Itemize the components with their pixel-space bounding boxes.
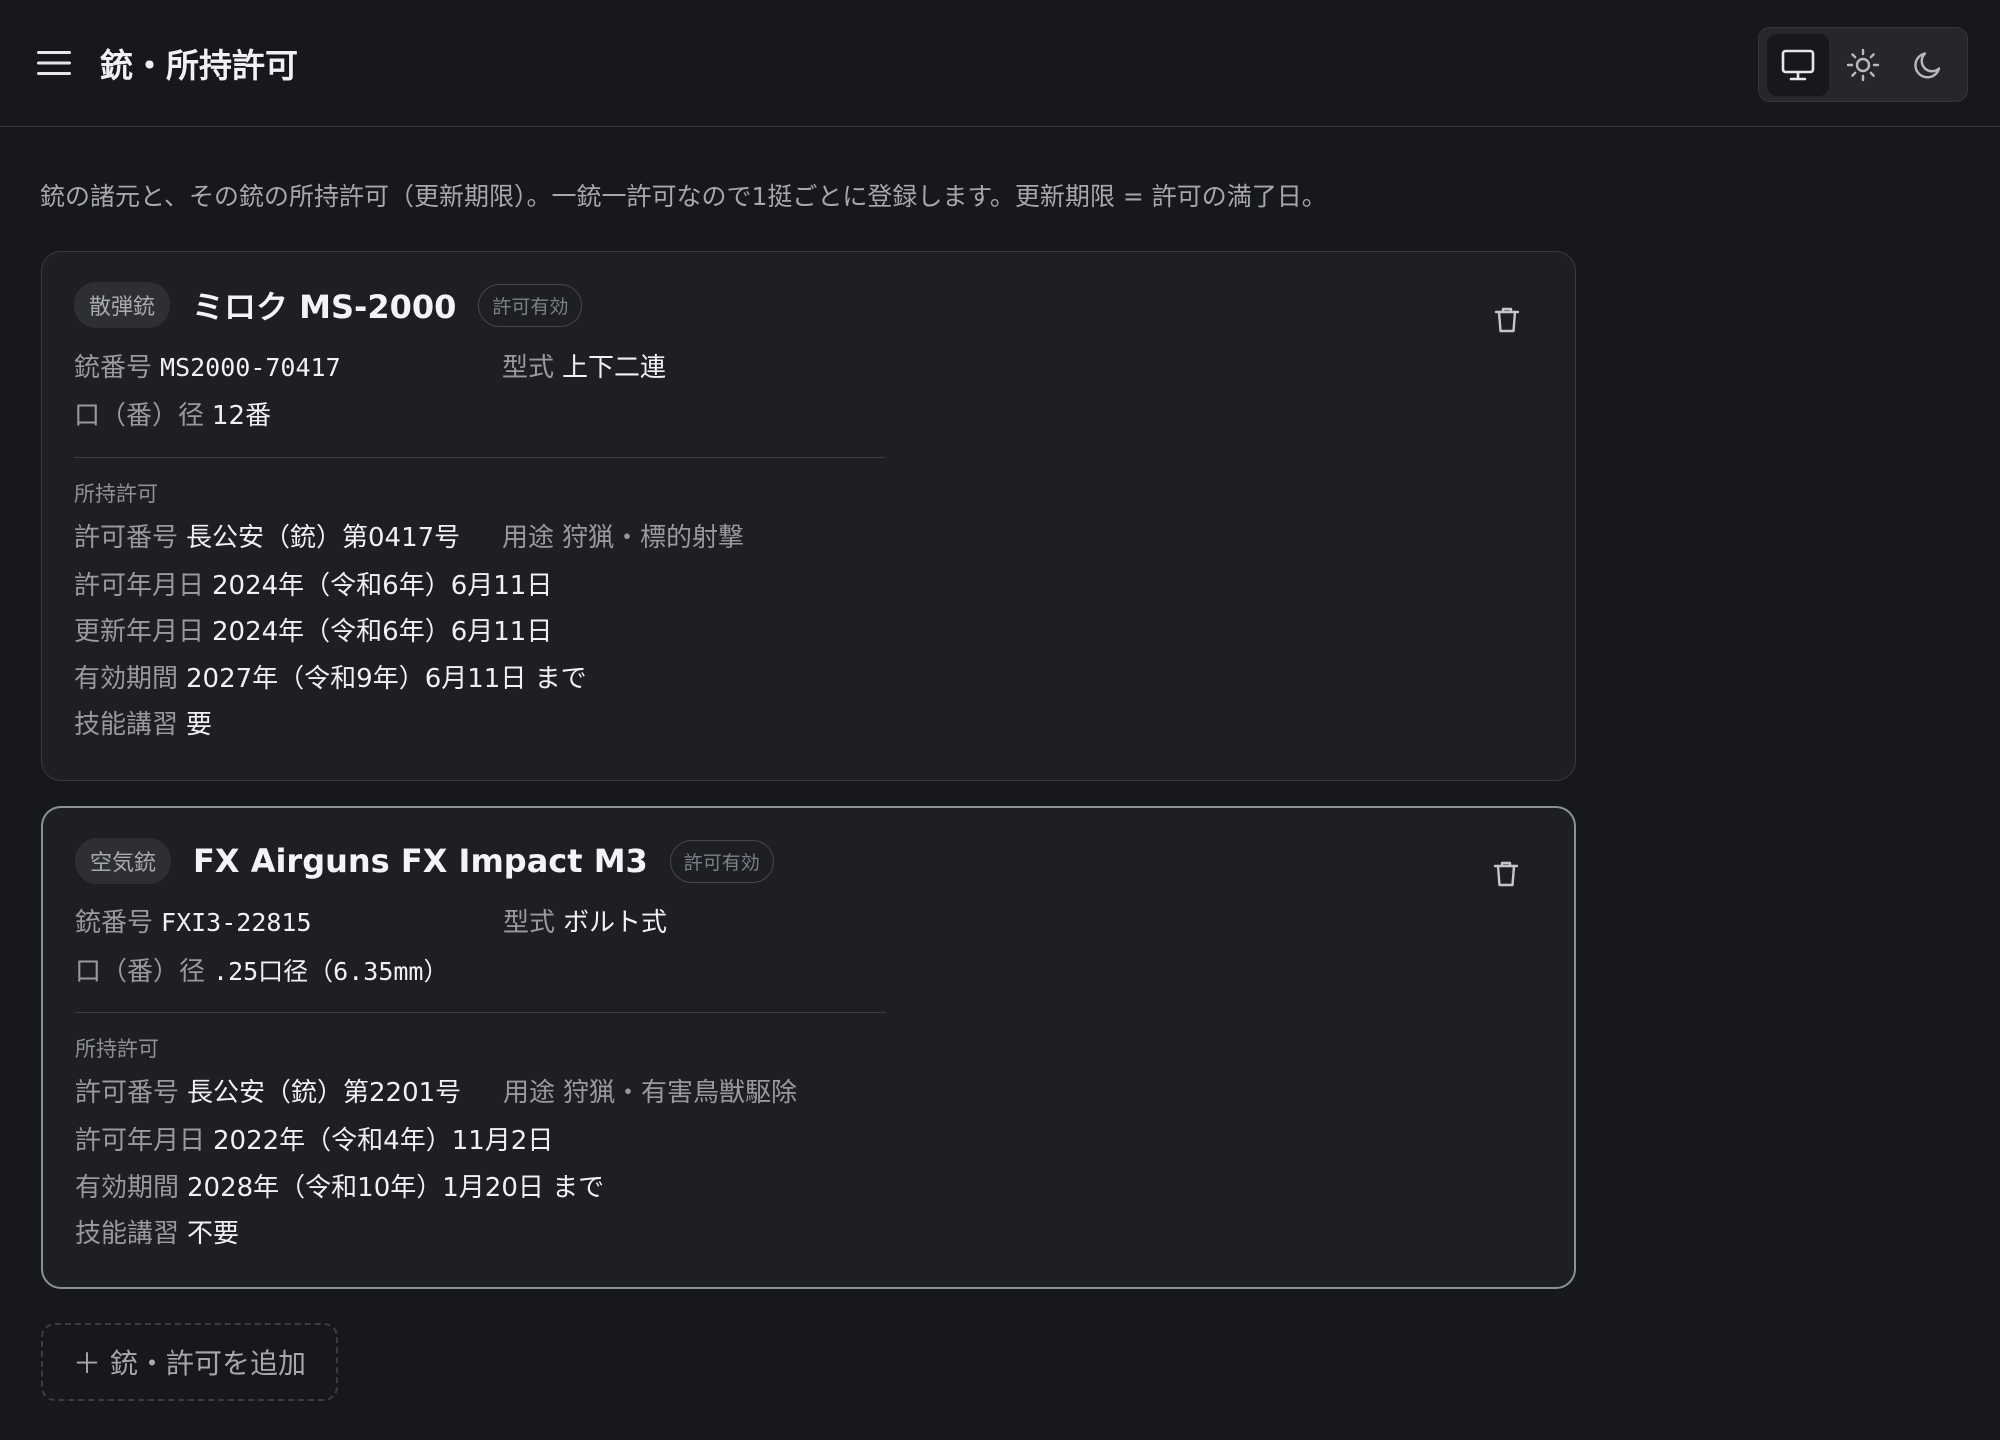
valid-row: 有効期間 2027年（令和9年）6月11日 まで xyxy=(74,658,587,695)
permit-no-row: 許可番号 長公安（銃）第2201号 xyxy=(75,1072,461,1109)
delete-button[interactable] xyxy=(1489,302,1525,338)
divider xyxy=(74,457,885,458)
serial-value: FXI3-22815 xyxy=(161,908,312,937)
hamburger-menu-icon xyxy=(37,51,71,75)
training-row: 技能講習 不要 xyxy=(75,1213,239,1250)
card-title-row: 空気銃 FX Airguns FX Impact M3 許可有効 xyxy=(75,838,774,884)
gun-card[interactable]: 散弾銃 ミロク MS-2000 許可有効 銃番号 MS2000-70417 型式… xyxy=(41,251,1576,781)
issued-value: 2024年（令和6年）6月11日 xyxy=(212,571,553,601)
gun-name: FX Airguns FX Impact M3 xyxy=(193,842,648,880)
permit-no-value: 長公安（銃）第2201号 xyxy=(187,1078,462,1108)
add-gun-permit-button[interactable]: ＋ 銃・許可を追加 xyxy=(41,1323,338,1401)
gun-card[interactable]: 空気銃 FX Airguns FX Impact M3 許可有効 銃番号 FXI… xyxy=(41,806,1576,1289)
renewed-value: 2024年（令和6年）6月11日 xyxy=(212,617,553,647)
divider xyxy=(75,1012,886,1013)
status-badge: 許可有効 xyxy=(478,283,583,327)
permit-section-label: 所持許可 xyxy=(74,482,158,506)
theme-dark-button[interactable] xyxy=(1897,34,1959,96)
training-value: 不要 xyxy=(187,1219,240,1249)
gun-type-tag: 散弾銃 xyxy=(74,282,171,328)
card-title-row: 散弾銃 ミロク MS-2000 許可有効 xyxy=(74,282,583,328)
issued-value: 2022年（令和4年）11月2日 xyxy=(213,1126,554,1156)
gun-name: ミロク MS-2000 xyxy=(192,288,457,326)
purpose-value: 狩猟・標的射撃 xyxy=(562,523,745,553)
serial-row: 銃番号 FXI3-22815 xyxy=(75,908,312,938)
theme-system-button[interactable] xyxy=(1766,33,1829,96)
trash-icon xyxy=(1494,307,1520,333)
serial-row: 銃番号 MS2000-70417 xyxy=(74,353,341,383)
training-row: 技能講習 要 xyxy=(74,704,212,741)
valid-value: 2028年（令和10年）1月20日 まで xyxy=(187,1173,605,1203)
trash-icon xyxy=(1493,861,1519,887)
app-header: 銃・所持許可 xyxy=(0,0,2000,127)
caliber-value: .25口径（6.35mm） xyxy=(213,957,449,986)
action-row: 型式 ボルト式 xyxy=(503,902,667,939)
permit-no-value: 長公安（銃）第0417号 xyxy=(186,523,461,553)
valid-value: 2027年（令和9年）6月11日 まで xyxy=(186,664,587,694)
caliber-row: 口（番）径 12番 xyxy=(74,395,271,432)
caliber-row: 口（番）径 .25口径（6.35mm） xyxy=(75,951,448,988)
sun-icon xyxy=(1846,48,1880,81)
purpose-row: 用途 狩猟・標的射撃 xyxy=(502,517,752,554)
purpose-row: 用途 狩猟・有害鳥獣駆除 xyxy=(503,1072,805,1109)
action-row: 型式 上下二連 xyxy=(502,347,666,384)
theme-switcher xyxy=(1758,27,1968,102)
gun-type-tag: 空気銃 xyxy=(75,838,172,884)
action-value: 上下二連 xyxy=(562,353,667,383)
issued-row: 許可年月日 2024年（令和6年）6月11日 xyxy=(74,565,552,602)
page-title: 銃・所持許可 xyxy=(100,46,298,85)
status-badge: 許可有効 xyxy=(669,839,774,883)
delete-button[interactable] xyxy=(1488,856,1524,892)
theme-light-button[interactable] xyxy=(1832,34,1894,96)
caliber-value: 12番 xyxy=(212,401,272,431)
action-value: ボルト式 xyxy=(563,908,668,938)
valid-row: 有効期間 2028年（令和10年）1月20日 まで xyxy=(75,1167,604,1204)
moon-icon xyxy=(1914,51,1941,78)
renewed-row: 更新年月日 2024年（令和6年）6月11日 xyxy=(74,611,552,648)
training-value: 要 xyxy=(186,710,213,740)
purpose-value: 狩猟・有害鳥獣駆除 xyxy=(563,1078,798,1108)
intro-text: 銃の諸元と、その銃の所持許可（更新期限）。一銃一許可なので1挺ごとに登録します。… xyxy=(40,182,1327,211)
permit-section-label: 所持許可 xyxy=(75,1037,159,1061)
permit-no-row: 許可番号 長公安（銃）第0417号 xyxy=(74,517,460,554)
monitor-icon xyxy=(1781,49,1814,80)
issued-row: 許可年月日 2022年（令和4年）11月2日 xyxy=(75,1120,553,1157)
serial-value: MS2000-70417 xyxy=(160,353,341,382)
menu-button[interactable] xyxy=(36,45,72,81)
